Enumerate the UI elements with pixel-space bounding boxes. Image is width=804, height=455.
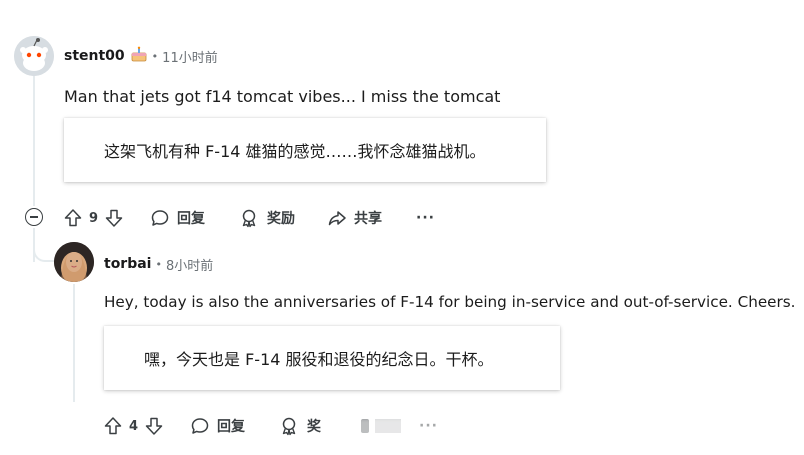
downvote-icon — [105, 209, 123, 227]
share-button[interactable]: 共享 — [327, 208, 382, 228]
upvote-icon — [64, 209, 82, 227]
share-icon — [328, 211, 346, 226]
downvote-icon — [145, 417, 163, 435]
comment-bubble-icon — [151, 210, 169, 226]
downvote-button[interactable] — [144, 416, 164, 436]
upvote-icon — [104, 417, 122, 435]
username[interactable]: torbai — [104, 256, 151, 272]
separator-dot: • — [155, 257, 162, 271]
more-options-button[interactable]: ··· — [416, 210, 435, 226]
reply-label: 回复 — [217, 419, 246, 435]
upvote-button[interactable] — [63, 208, 83, 228]
comment-body: Man that jets got f14 tomcat vibes... I … — [64, 87, 501, 106]
collapse-button[interactable] — [25, 208, 43, 226]
thread-line-curve — [33, 238, 55, 262]
reply-button[interactable]: 回复 — [150, 208, 205, 228]
avatar[interactable] — [14, 36, 54, 76]
snoo-avatar-icon — [14, 36, 54, 76]
reply-button[interactable]: 回复 — [190, 416, 245, 436]
timestamp: 8小时前 — [165, 258, 214, 274]
username[interactable]: stent00 — [64, 48, 125, 64]
vote-count: 9 — [89, 210, 99, 226]
translation-card: 嘿，今天也是 F-14 服役和退役的纪念日。干杯。 — [104, 326, 560, 390]
thread-line — [33, 76, 35, 206]
translation-text: 嘿，今天也是 F-14 服役和退役的纪念日。干杯。 — [144, 350, 494, 369]
action-bar: 9 回复 奖励 共享 ··· — [63, 206, 435, 230]
cake-icon — [130, 46, 148, 66]
reply-label: 回复 — [177, 211, 206, 227]
comment-bubble-icon — [191, 418, 209, 434]
downvote-button[interactable] — [104, 208, 124, 228]
upvote-button[interactable] — [103, 416, 123, 436]
award-label: 奖 — [307, 419, 322, 435]
user-photo-icon — [54, 242, 94, 282]
translation-card: 这架飞机有种 F-14 雄猫的感觉……我怀念雄猫战机。 — [64, 118, 546, 182]
timestamp: 11小时前 — [162, 50, 218, 66]
thread-line-2 — [73, 284, 75, 402]
comment-header: stent00 • 11小时前 — [64, 46, 218, 66]
comment-body: Hey, today is also the anniversaries of … — [104, 293, 796, 311]
award-icon — [282, 417, 296, 436]
more-options-icon: ··· — [416, 210, 436, 226]
comment-header: torbai • 8小时前 — [104, 254, 213, 274]
award-button[interactable]: 奖 — [279, 416, 321, 436]
vote-count: 4 — [129, 418, 139, 434]
translation-text: 这架飞机有种 F-14 雄猫的感觉……我怀念雄猫战机。 — [104, 142, 486, 161]
award-button[interactable]: 奖励 — [239, 208, 295, 228]
watermark-overlay — [330, 418, 470, 440]
avatar[interactable] — [54, 242, 94, 282]
separator-dot: • — [151, 49, 159, 63]
award-label: 奖励 — [267, 211, 296, 227]
share-label: 共享 — [354, 211, 383, 227]
award-icon — [242, 209, 256, 228]
